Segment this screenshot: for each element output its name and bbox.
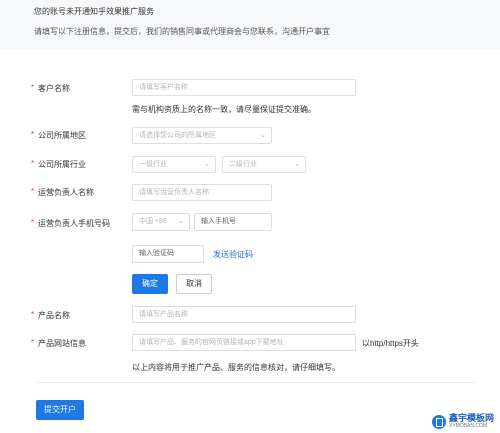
contact-phone-label: * 运营负责人手机号码: [31, 218, 110, 228]
required-mark: *: [31, 310, 35, 319]
customer-name-input[interactable]: 请填写客户名称: [132, 79, 356, 96]
required-mark: *: [31, 159, 35, 168]
send-code-link[interactable]: 发送验证码: [213, 249, 253, 260]
required-mark: *: [31, 218, 35, 227]
industry-label: * 公司所属行业: [31, 159, 86, 169]
country-code-select[interactable]: 中国 +86 ⌄: [132, 213, 190, 231]
required-mark: *: [31, 130, 35, 139]
verification-code-input[interactable]: 输入验证码: [132, 245, 204, 263]
product-url-label: * 产品网站信息: [31, 338, 86, 348]
contact-name-input[interactable]: 请填写运营负责人名称: [132, 184, 272, 201]
submit-button[interactable]: 提交开户: [36, 400, 84, 420]
contact-name-label: * 运营负责人名称: [31, 187, 94, 197]
product-url-input[interactable]: 请填写产品、服务的官网页链接或app下载地址: [132, 334, 356, 351]
chevron-down-icon: ⌄: [294, 161, 300, 168]
industry-level1-select[interactable]: 一级行业 ⌄: [132, 156, 216, 173]
customer-name-label: * 客户名称: [31, 83, 70, 93]
divider: [34, 382, 478, 383]
notice-title: 您的账号未开通知乎效果推广服务: [34, 7, 154, 16]
product-name-input[interactable]: 请填写产品名称: [132, 306, 356, 323]
required-mark: *: [31, 338, 35, 347]
industry-level2-value: 二级行业: [229, 161, 257, 168]
region-label: * 公司所属地区: [31, 130, 86, 140]
region-select[interactable]: 请选择您公司的所属地区 ⌄: [132, 127, 272, 144]
industry-level2-select[interactable]: 二级行业 ⌄: [222, 156, 306, 173]
phone-number-input[interactable]: 输入手机号: [194, 213, 272, 231]
required-mark: *: [31, 83, 35, 92]
country-code-value: 中国 +86: [139, 218, 167, 225]
watermark: 鑫宇模板网 XYMOBAN.COM: [431, 414, 494, 429]
product-url-suffix: 以http/https开头: [362, 339, 419, 348]
cancel-button[interactable]: 取消: [176, 274, 212, 294]
region-select-value: 请选择您公司的所属地区: [139, 132, 216, 139]
watermark-main: 鑫宇模板网: [448, 413, 494, 423]
chevron-down-icon: ⌄: [260, 132, 266, 139]
watermark-logo-icon: [431, 414, 446, 429]
confirm-button[interactable]: 确定: [132, 274, 168, 294]
chevron-down-icon: ⌄: [204, 161, 210, 168]
notice-banner: 您的账号未开通知乎效果推广服务 请填写以下注册信息，提交后，我们的销售同事或代理…: [0, 0, 500, 50]
chevron-down-icon: ⌄: [178, 218, 184, 225]
required-mark: *: [31, 187, 35, 196]
product-url-hint: 以上内容将用于推广产品、服务的信息核对，请仔细填写。: [132, 363, 340, 372]
watermark-text: 鑫宇模板网 XYMOBAN.COM: [449, 414, 494, 429]
customer-name-hint: 需与机构资质上的名称一致，请尽量保证提交准确。: [132, 105, 316, 114]
notice-description: 请填写以下注册信息，提交后，我们的销售同事或代理商会与您联系，沟通开户事宜: [34, 27, 330, 36]
industry-level1-value: 一级行业: [139, 161, 167, 168]
product-name-label: * 产品名称: [31, 310, 70, 320]
watermark-sub: XYMOBAN.COM: [448, 423, 488, 429]
